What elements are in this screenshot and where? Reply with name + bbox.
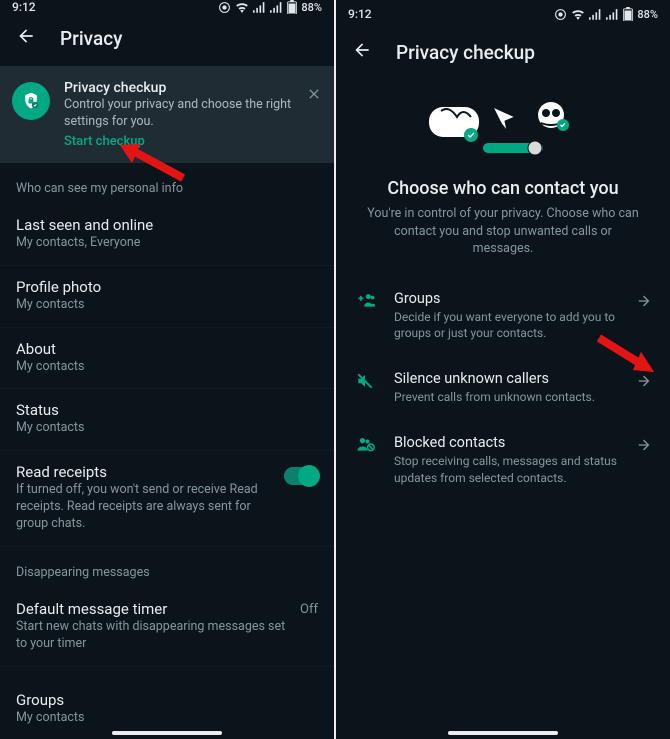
option-silence[interactable]: Silence unknown callers Prevent calls fr… bbox=[336, 356, 670, 420]
target-icon bbox=[554, 8, 567, 21]
section-label-personal-info: Who can see my personal info bbox=[0, 163, 334, 204]
last-seen-title: Last seen and online bbox=[16, 216, 318, 234]
status-icons: 88% bbox=[554, 7, 658, 21]
option-silence-title: Silence unknown callers bbox=[394, 370, 618, 387]
back-icon[interactable] bbox=[352, 40, 372, 64]
last-seen-sub: My contacts, Everyone bbox=[16, 235, 318, 252]
status-sub: My contacts bbox=[16, 420, 318, 437]
about-row[interactable]: About My contacts bbox=[0, 328, 334, 390]
target-icon bbox=[218, 1, 231, 14]
about-title: About bbox=[16, 340, 318, 358]
home-indicator[interactable] bbox=[112, 731, 222, 735]
default-timer-row[interactable]: Default message timer Start new chats wi… bbox=[0, 588, 334, 667]
signal-icon bbox=[253, 1, 266, 13]
hero-title: Choose who can contact you bbox=[336, 168, 670, 205]
read-receipts-toggle[interactable] bbox=[284, 467, 318, 485]
blocked-contacts-icon bbox=[354, 436, 376, 452]
page-title: Privacy bbox=[60, 27, 122, 50]
battery-icon bbox=[287, 0, 297, 14]
option-silence-sub: Prevent calls from unknown contacts. bbox=[394, 389, 618, 406]
wifi-icon bbox=[235, 1, 249, 13]
groups-sub: My contacts bbox=[16, 710, 318, 727]
start-checkup-link[interactable]: Start checkup bbox=[64, 134, 302, 149]
status-row[interactable]: Status My contacts bbox=[0, 389, 334, 451]
hero-sub: You're in control of your privacy. Choos… bbox=[336, 205, 670, 276]
checkup-body: Privacy checkup Control your privacy and… bbox=[64, 80, 322, 149]
chevron-right-icon bbox=[636, 293, 652, 313]
status-bar: 9:12 88% bbox=[336, 0, 670, 28]
signal-icon-2 bbox=[606, 8, 619, 20]
option-groups-sub: Decide if you want everyone to add you t… bbox=[394, 309, 618, 343]
read-receipts-sub: If turned off, you won't send or receive… bbox=[16, 482, 272, 533]
status-title: Status bbox=[16, 401, 318, 419]
home-indicator[interactable] bbox=[448, 731, 558, 735]
profile-photo-row[interactable]: Profile photo My contacts bbox=[0, 266, 334, 328]
back-icon[interactable] bbox=[16, 26, 36, 50]
battery-percent: 88% bbox=[301, 1, 322, 14]
shield-lock-icon bbox=[12, 82, 50, 120]
privacy-checkup-screen: 9:12 88% Privacy checkup bbox=[336, 0, 670, 739]
default-timer-sub: Start new chats with disappearing messag… bbox=[16, 619, 288, 653]
page-title: Privacy checkup bbox=[396, 41, 535, 64]
header: Privacy checkup bbox=[336, 28, 670, 80]
chevron-right-icon bbox=[636, 437, 652, 457]
privacy-checkup-card[interactable]: Privacy checkup Control your privacy and… bbox=[0, 66, 334, 163]
hero-illustration bbox=[423, 98, 583, 158]
about-sub: My contacts bbox=[16, 359, 318, 376]
header: Privacy bbox=[0, 14, 334, 66]
status-time: 9:12 bbox=[12, 0, 218, 14]
close-icon[interactable] bbox=[306, 86, 322, 106]
checkup-title: Privacy checkup bbox=[64, 80, 302, 96]
option-blocked[interactable]: Blocked contacts Stop receiving calls, m… bbox=[336, 420, 670, 501]
signal-icon bbox=[589, 8, 602, 20]
groups-title: Groups bbox=[16, 691, 318, 709]
option-blocked-sub: Stop receiving calls, messages and statu… bbox=[394, 453, 618, 487]
option-groups-title: Groups bbox=[394, 290, 618, 307]
default-timer-title: Default message timer bbox=[16, 600, 288, 618]
read-receipts-title: Read receipts bbox=[16, 463, 272, 481]
chevron-right-icon bbox=[636, 373, 652, 393]
battery-percent: 88% bbox=[637, 8, 658, 21]
wifi-icon bbox=[571, 8, 585, 20]
battery-icon bbox=[623, 7, 633, 21]
signal-icon-2 bbox=[270, 1, 283, 13]
status-icons: 88% bbox=[218, 0, 322, 14]
privacy-screen: 9:12 88% Privacy bbox=[0, 0, 334, 739]
mute-icon bbox=[354, 372, 376, 390]
checkup-desc: Control your privacy and choose the righ… bbox=[64, 97, 302, 131]
status-time: 9:12 bbox=[348, 7, 554, 21]
read-receipts-row[interactable]: Read receipts If turned off, you won't s… bbox=[0, 451, 334, 547]
option-blocked-title: Blocked contacts bbox=[394, 434, 618, 451]
group-add-icon bbox=[354, 292, 376, 308]
profile-photo-sub: My contacts bbox=[16, 297, 318, 314]
default-timer-value: Off bbox=[300, 602, 318, 617]
profile-photo-title: Profile photo bbox=[16, 278, 318, 296]
status-bar: 9:12 88% bbox=[0, 0, 334, 14]
section-label-disappearing: Disappearing messages bbox=[0, 547, 334, 588]
groups-row[interactable]: Groups My contacts bbox=[0, 679, 334, 739]
last-seen-row[interactable]: Last seen and online My contacts, Everyo… bbox=[0, 204, 334, 266]
option-groups[interactable]: Groups Decide if you want everyone to ad… bbox=[336, 276, 670, 357]
